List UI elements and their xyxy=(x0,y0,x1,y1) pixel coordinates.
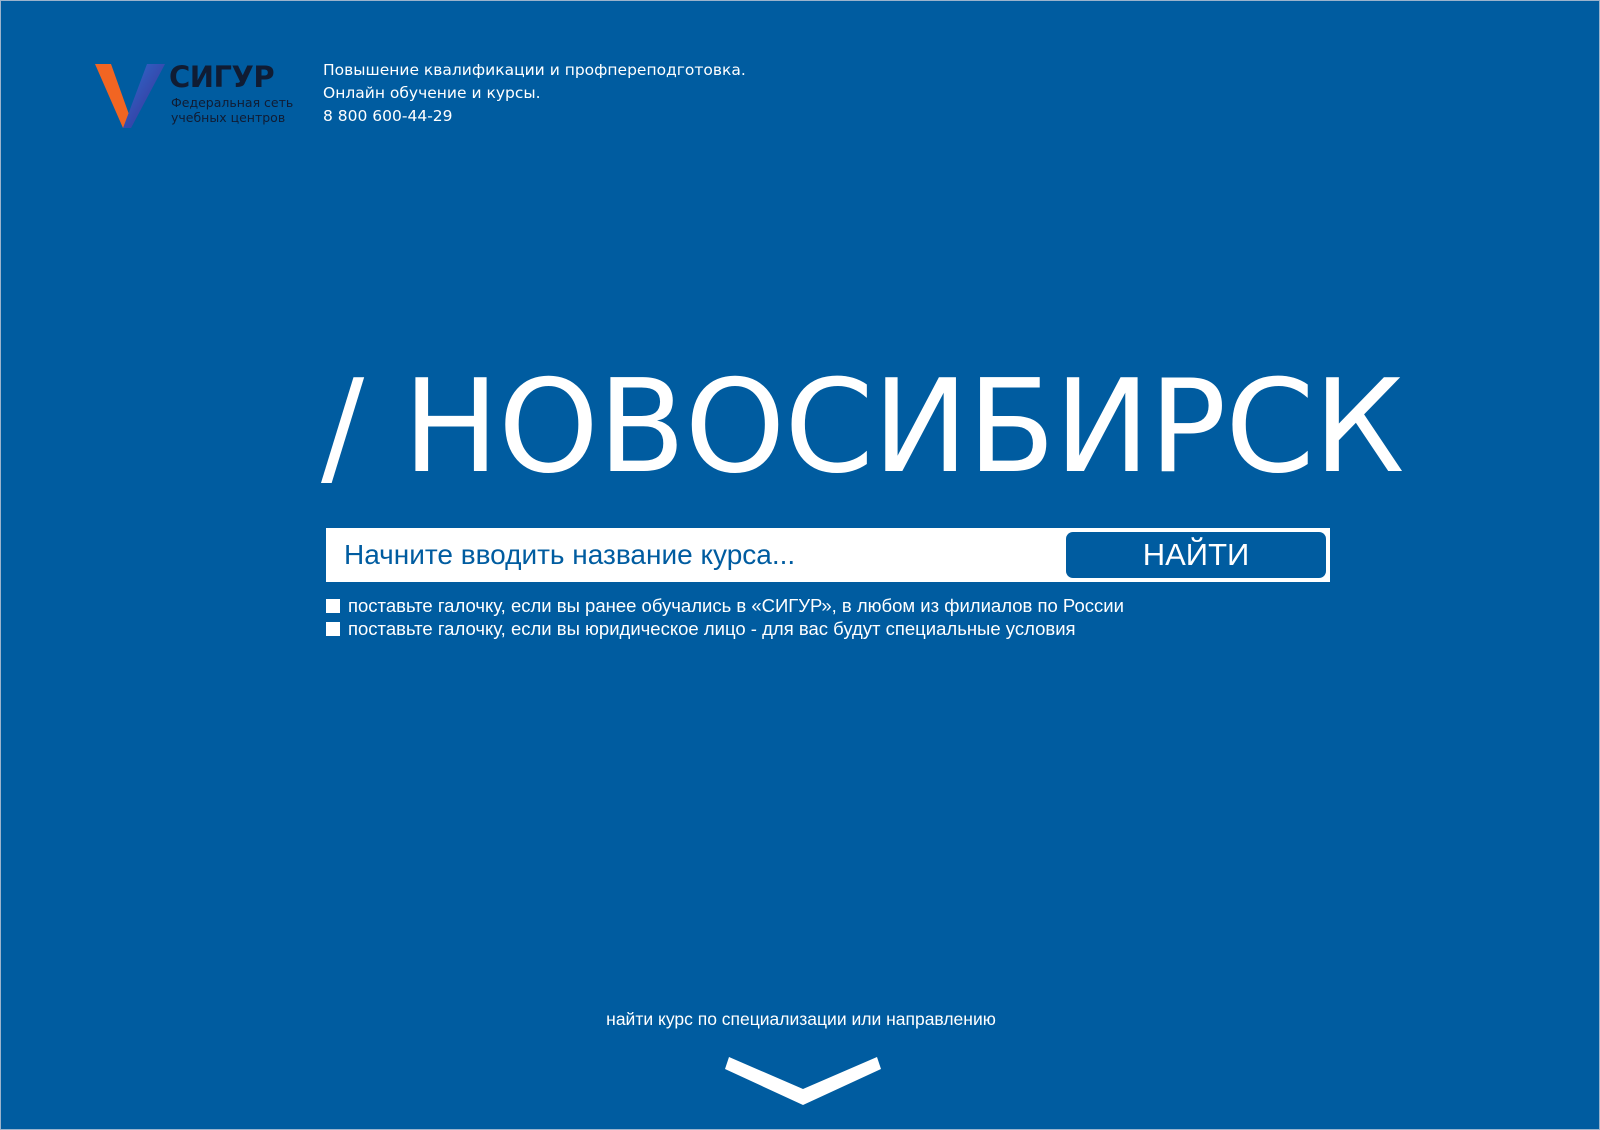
logo-wordmark: СИГУР xyxy=(169,60,275,94)
option-previous-student[interactable]: поставьте галочку, если вы ранее обучали… xyxy=(326,594,1124,617)
header-tagline-online: Онлайн обучение и курсы. xyxy=(323,84,541,102)
browse-by-specialization-link[interactable]: найти курс по специализации или направле… xyxy=(1,1009,1599,1030)
brand-logo[interactable]: СИГУР Федеральная сеть учебных центров xyxy=(95,62,305,128)
landing-page: СИГУР Федеральная сеть учебных центров П… xyxy=(0,0,1600,1130)
search-button[interactable]: НАЙТИ xyxy=(1066,532,1326,578)
option-label: поставьте галочку, если вы ранее обучали… xyxy=(348,594,1124,616)
search-options: поставьте галочку, если вы ранее обучали… xyxy=(326,594,1124,640)
header-phone[interactable]: 8 800 600-44-29 xyxy=(323,105,746,128)
course-search-input[interactable] xyxy=(326,528,1061,582)
option-label: поставьте галочку, если вы юридическое л… xyxy=(348,617,1076,639)
logo-subtitle: Федеральная сеть учебных центров xyxy=(171,95,311,125)
city-title: / НОВОСИБИРСК xyxy=(321,353,1404,502)
legal-entity-checkbox[interactable] xyxy=(326,621,340,636)
logo-v-icon xyxy=(95,64,165,128)
header-tagline: Повышение квалификации и профпереподгото… xyxy=(323,61,746,79)
option-legal-entity[interactable]: поставьте галочку, если вы юридическое л… xyxy=(326,617,1124,640)
chevron-down-icon[interactable] xyxy=(725,1053,881,1105)
previous-student-checkbox[interactable] xyxy=(326,598,340,613)
logo-subtitle-line: Федеральная сеть xyxy=(171,95,294,110)
course-search-bar: НАЙТИ xyxy=(326,528,1330,582)
logo-subtitle-line: учебных центров xyxy=(171,110,286,125)
header-info: Повышение квалификации и профпереподгото… xyxy=(323,59,746,128)
